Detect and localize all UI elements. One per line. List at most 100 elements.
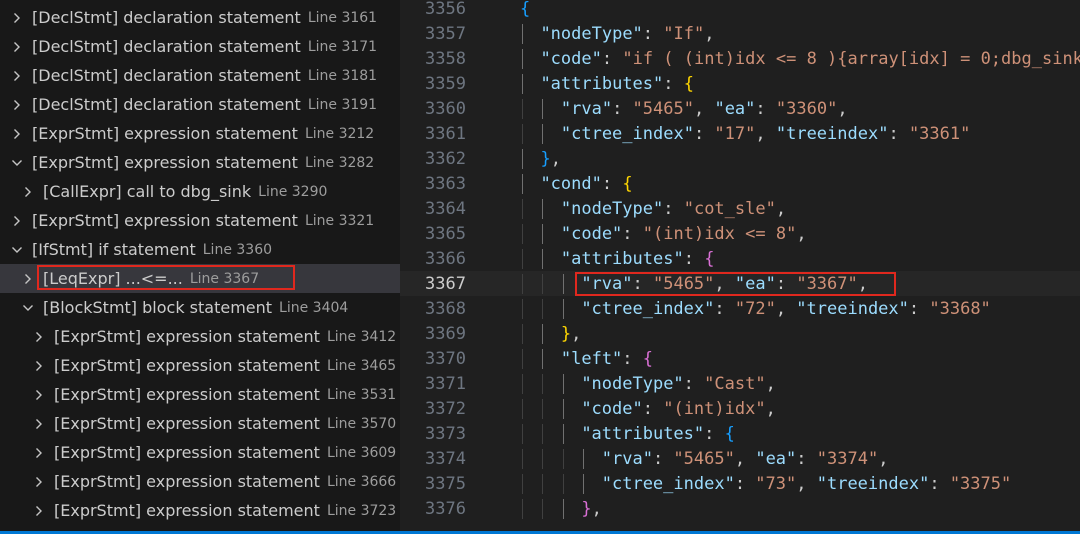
outline-item[interactable]: [ExprStmt] expression statement Line 3666 <box>0 467 400 496</box>
code-text: "code": "(int)idx", <box>520 398 776 419</box>
outline-item-label: [IfStmt] if statement <box>32 240 196 259</box>
line-number: 3366 <box>425 248 466 269</box>
outline-item[interactable]: [DeclStmt] declaration statement Line 316… <box>0 3 400 32</box>
code-line[interactable]: 3373 "attributes": { <box>400 421 1080 446</box>
chevron-right-icon[interactable] <box>30 447 48 459</box>
outline-item-label: [ExprStmt] expression statement <box>54 327 320 346</box>
indent-guide <box>522 498 523 519</box>
outline-item-line-number: Line 3666 <box>326 473 397 490</box>
outline-item-label: [DeclStmt] declaration statement <box>32 8 301 27</box>
outline-item[interactable]: [ExprStmt] expression statement Line 3282 <box>0 148 400 177</box>
chevron-right-icon[interactable] <box>30 505 48 517</box>
outline-item-label: [ExprStmt] expression statement <box>54 501 320 520</box>
chevron-right-icon[interactable] <box>8 41 26 53</box>
chevron-right-icon[interactable] <box>30 360 48 372</box>
chevron-right-icon[interactable] <box>8 99 26 111</box>
code-text: "ctree_index": "73", "treeindex": "3375" <box>520 473 1011 494</box>
indent-guide <box>542 198 544 219</box>
outline-item[interactable]: [ExprStmt] expression statement Line 3531 <box>0 380 400 409</box>
code-line[interactable]: 3371 "nodeType": "Cast", <box>400 371 1080 396</box>
code-line[interactable]: 3374 "rva": "5465", "ea": "3374", <box>400 446 1080 471</box>
line-number: 3360 <box>425 98 466 119</box>
chevron-right-icon[interactable] <box>30 331 48 343</box>
indent-guide <box>542 448 544 469</box>
code-line[interactable]: 3356 { <box>400 0 1080 21</box>
chevron-right-icon[interactable] <box>8 12 26 24</box>
chevron-right-icon[interactable] <box>30 389 48 401</box>
outline-item[interactable]: [LeqExpr] ...<=... Line 3367 <box>0 264 400 293</box>
chevron-right-icon[interactable] <box>30 418 48 430</box>
indent-guide <box>542 323 544 344</box>
outline-item[interactable]: [DeclStmt] declaration statement Line 317… <box>0 32 400 61</box>
code-editor[interactable]: 3356 {3357 "nodeType": "If", 3358 "code": "i… <box>400 0 1080 534</box>
code-line[interactable]: 3376}, <box>400 496 1080 521</box>
chevron-down-icon[interactable] <box>8 157 26 169</box>
outline-item[interactable]: [ExprStmt] expression statement Line 3609 <box>0 438 400 467</box>
indent-guide <box>583 473 585 494</box>
code-line[interactable]: 3364 "nodeType": "cot_sle", <box>400 196 1080 221</box>
outline-item[interactable]: [ExprStmt] expression statement Line 3723 <box>0 496 400 525</box>
indent-guide <box>562 298 564 319</box>
outline-item-line-number: Line 3404 <box>279 299 349 316</box>
outline-item[interactable]: [DeclStmt] declaration statement Line 318… <box>0 61 400 90</box>
line-number: 3367 <box>425 273 466 294</box>
outline-item-label: [ExprStmt] expression statement <box>54 472 320 491</box>
code-line[interactable]: 3368 "ctree_index": "72", "treeindex": "3… <box>400 296 1080 321</box>
outline-item[interactable]: [ExprStmt] expression statement Line 3465 <box>0 351 400 380</box>
code-line[interactable]: 3367 "rva": "5465", "ea": "3367", <box>400 271 1080 296</box>
code-text: "cond": { <box>520 173 633 194</box>
line-number: 3356 <box>425 0 466 19</box>
indent-guide <box>522 23 523 44</box>
code-line[interactable]: 3359 "attributes": { <box>400 71 1080 96</box>
code-line[interactable]: 3358 "code": "if ( (int)idx <= 8 ){array[… <box>400 46 1080 71</box>
code-text: "ctree_index": "17", "treeindex": "3361" <box>520 123 970 144</box>
code-text: "attributes": { <box>520 248 714 269</box>
outline-item[interactable]: [ExprStmt] expression statement Line 3412 <box>0 322 400 351</box>
code-line[interactable]: 3362}, <box>400 146 1080 171</box>
code-line[interactable]: 3370 "left": { <box>400 346 1080 371</box>
code-line[interactable]: 3372 "code": "(int)idx", <box>400 396 1080 421</box>
code-line[interactable]: 3360 "rva": "5465", "ea": "3360", <box>400 96 1080 121</box>
outline-item[interactable]: [IfStmt] if statement Line 3360 <box>0 235 400 264</box>
outline-item[interactable]: [ExprStmt] expression statement Line 3212 <box>0 119 400 148</box>
line-number: 3371 <box>425 373 466 394</box>
chevron-down-icon[interactable] <box>19 302 37 314</box>
code-line[interactable]: 3363 "cond": { <box>400 171 1080 196</box>
outline-item-line-number: Line 3412 <box>326 328 397 345</box>
code-line[interactable]: 3366 "attributes": { <box>400 246 1080 271</box>
chevron-right-icon[interactable] <box>8 215 26 227</box>
line-number: 3376 <box>425 498 466 519</box>
chevron-right-icon[interactable] <box>8 128 26 140</box>
outline-item[interactable]: [CallExpr] call to dbg_sink Line 3290 <box>0 177 400 206</box>
code-line[interactable]: 3357 "nodeType": "If", <box>400 21 1080 46</box>
indent-guide <box>522 148 523 169</box>
code-line[interactable]: 3365 "code": "(int)idx <= 8", <box>400 221 1080 246</box>
indent-guide <box>542 498 544 519</box>
outline-item[interactable]: [ExprStmt] expression statement Line 3321 <box>0 206 400 235</box>
chevron-down-icon[interactable] <box>8 244 26 256</box>
outline-item[interactable]: [DeclStmt] declaration statement Line 319… <box>0 90 400 119</box>
outline-item[interactable]: [BlockStmt] block statement Line 3404 <box>0 293 400 322</box>
code-text: "rva": "5465", "ea": "3374", <box>520 448 888 469</box>
code-text: "rva": "5465", "ea": "3360", <box>520 98 848 119</box>
outline-item-label: [ExprStmt] expression statement <box>54 414 320 433</box>
code-text: "left": { <box>520 348 653 369</box>
code-line[interactable]: 3361 "ctree_index": "17", "treeindex": "3… <box>400 121 1080 146</box>
code-line[interactable]: 3369}, <box>400 321 1080 346</box>
outline-item-line-number: Line 3171 <box>307 38 378 55</box>
outline-item-line-number: Line 3465 <box>326 357 397 374</box>
line-number: 3365 <box>425 223 466 244</box>
code-line[interactable]: 3375 "ctree_index": "73", "treeindex": "3… <box>400 471 1080 496</box>
indent-guide <box>522 248 523 269</box>
chevron-right-icon[interactable] <box>19 273 37 285</box>
outline-item[interactable]: [ExprStmt] expression statement Line 3570 <box>0 409 400 438</box>
indent-guide <box>522 73 523 94</box>
outline-item-label: [ExprStmt] expression statement <box>32 211 298 230</box>
indent-guide <box>562 423 564 444</box>
chevron-right-icon[interactable] <box>8 70 26 82</box>
indent-guide <box>522 48 523 69</box>
indent-guide <box>542 248 544 269</box>
chevron-right-icon[interactable] <box>19 186 37 198</box>
chevron-right-icon[interactable] <box>30 476 48 488</box>
indent-guide <box>522 298 523 319</box>
